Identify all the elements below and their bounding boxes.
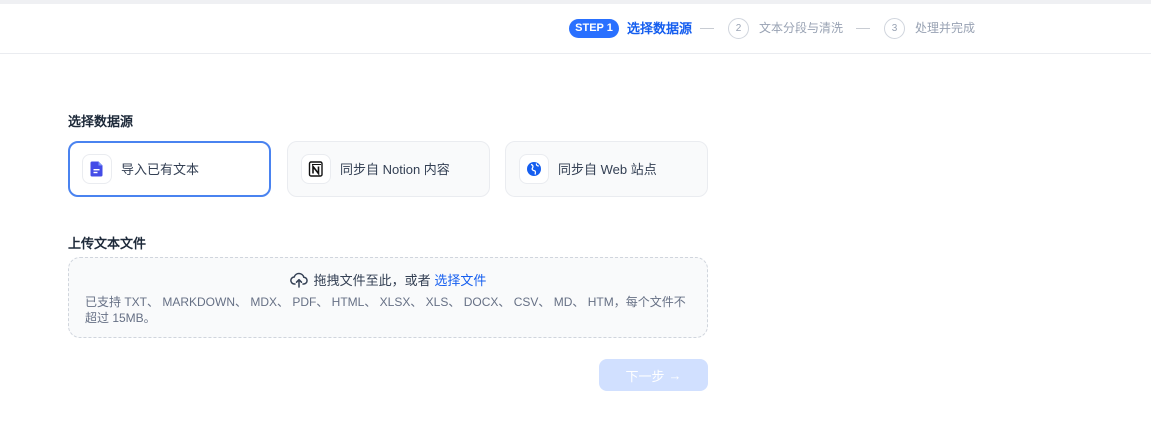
source-option-label: 同步自 Web 站点 — [558, 162, 657, 177]
notion-icon — [301, 154, 331, 184]
step-3-label: 处理并完成 — [915, 21, 976, 35]
step-1-badge: STEP 1 — [569, 19, 619, 38]
dropzone-prompt: 拖拽文件至此，或者 选择文件 — [69, 272, 707, 289]
step-separator — [700, 28, 714, 29]
dropzone-text: 拖拽文件至此，或者 — [313, 273, 431, 288]
step-3-number: 3 — [884, 18, 905, 39]
step-2-label: 文本分段与清洗 — [759, 21, 844, 35]
step-1-label: 选择数据源 — [627, 21, 693, 36]
upload-title: 上传文本文件 — [68, 236, 147, 251]
web-icon — [519, 154, 549, 184]
document-icon — [82, 154, 112, 184]
step-2-number: 2 — [728, 18, 749, 39]
step-separator — [856, 28, 870, 29]
upload-cloud-icon — [289, 272, 308, 288]
source-option-web[interactable]: 同步自 Web 站点 — [505, 141, 708, 197]
datasource-title: 选择数据源 — [68, 114, 134, 129]
next-step-button[interactable]: 下一步 → — [599, 359, 708, 391]
file-dropzone[interactable]: 拖拽文件至此，或者 选择文件 已支持 TXT、 MARKDOWN、 MDX、 P… — [68, 257, 708, 338]
source-option-notion[interactable]: 同步自 Notion 内容 — [287, 141, 490, 197]
source-option-label: 导入已有文本 — [121, 162, 200, 177]
arrow-right-icon: → — [668, 367, 682, 383]
supported-formats-hint: 已支持 TXT、 MARKDOWN、 MDX、 PDF、 HTML、 XLSX、… — [85, 295, 686, 325]
select-file-link[interactable]: 选择文件 — [434, 273, 486, 288]
source-option-label: 同步自 Notion 内容 — [340, 162, 450, 177]
stepper: STEP 1 选择数据源 2 文本分段与清洗 3 处理并完成 — [0, 4, 1151, 54]
source-option-import-text[interactable]: 导入已有文本 — [68, 141, 271, 197]
next-step-label: 下一步 — [625, 368, 665, 384]
